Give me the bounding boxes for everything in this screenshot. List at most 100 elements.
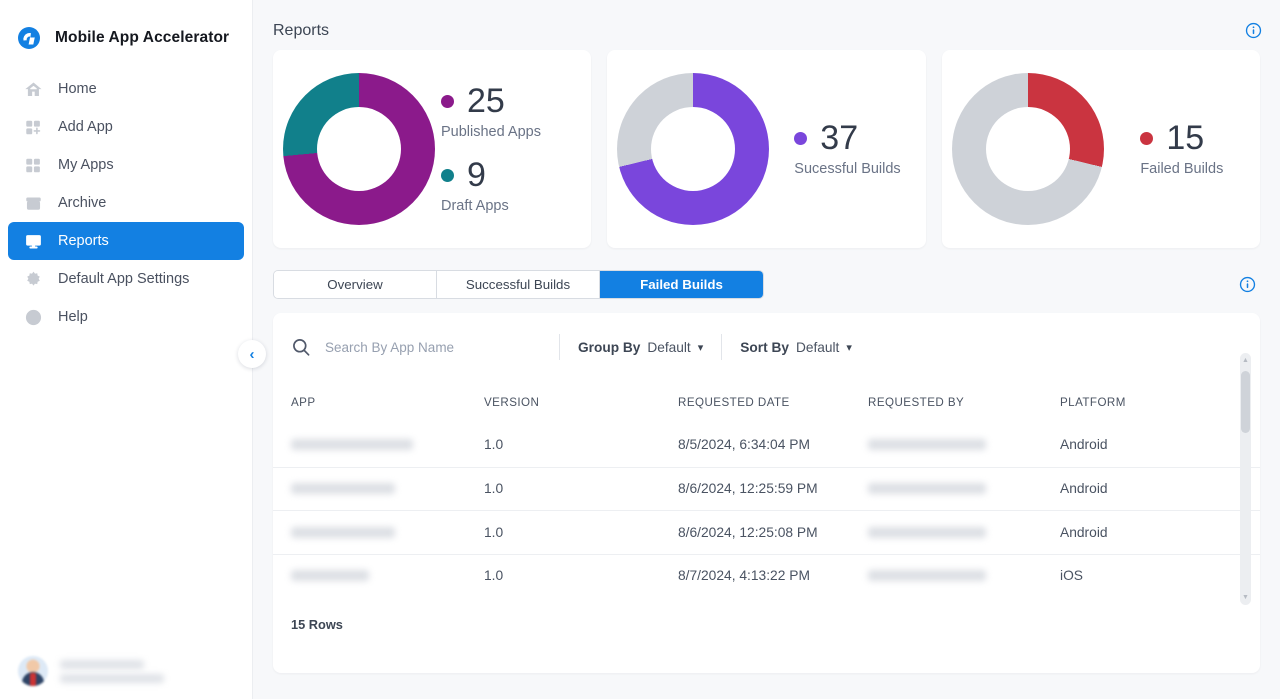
sidebar-item-label: Reports xyxy=(58,233,109,249)
sidebar-item-archive[interactable]: Archive xyxy=(8,184,244,222)
legend-label: Draft Apps xyxy=(441,198,509,214)
sidebar-item-my-apps[interactable]: My Apps xyxy=(8,146,244,184)
legend-label: Published Apps xyxy=(441,124,541,140)
tabs-row: Overview Successful Builds Failed Builds xyxy=(253,248,1280,299)
cell-app xyxy=(291,526,484,538)
failed-builds-legend: 15 Failed Builds xyxy=(1104,121,1260,177)
tab-label: Successful Builds xyxy=(465,277,571,292)
cell-requested-by xyxy=(868,483,1060,495)
table-vertical-scrollbar[interactable]: ▲ ▼ xyxy=(1240,353,1251,605)
search-icon xyxy=(291,337,311,357)
cell-requested-date: 8/7/2024, 4:13:22 PM xyxy=(678,568,810,584)
sidebar-item-label: Help xyxy=(58,309,88,325)
cell-app xyxy=(291,483,484,495)
sort-by-value: Default xyxy=(795,339,840,355)
tab-label: Failed Builds xyxy=(640,277,723,292)
legend-label: Failed Builds xyxy=(1140,161,1224,177)
sort-by-dropdown[interactable]: Sort By Default ▾ xyxy=(740,340,852,355)
brand-name: Mobile App Accelerator xyxy=(55,29,230,46)
sidebar-item-label: Default App Settings xyxy=(58,271,190,287)
legend-item-failed-builds: 15 Failed Builds xyxy=(1140,121,1223,177)
card-failed-builds: 15 Failed Builds xyxy=(941,50,1260,248)
report-monitor-icon xyxy=(24,232,42,250)
sidebar-item-label: Home xyxy=(58,81,97,97)
cell-requested-by xyxy=(868,439,1060,451)
sidebar-item-help[interactable]: Help xyxy=(8,298,244,336)
group-by-dropdown[interactable]: Group By Default ▾ xyxy=(578,340,703,355)
cell-platform: Android xyxy=(1060,481,1108,497)
column-header-app: APP xyxy=(291,395,316,409)
cell-requested-by xyxy=(868,570,1060,582)
cell-version: 1.0 xyxy=(484,524,504,540)
successful-builds-donut xyxy=(617,73,770,225)
grid-apps-icon xyxy=(24,156,42,174)
table-body: 1.0 8/5/2024, 6:34:04 PM Android 1.0 8/6… xyxy=(273,423,1260,597)
legend-value: 9 xyxy=(467,156,486,194)
page-title: Reports xyxy=(273,21,330,39)
cell-app xyxy=(291,439,484,451)
chevron-left-icon: ‹ xyxy=(249,345,255,363)
cell-platform: Android xyxy=(1060,524,1108,540)
card-apps: 25 Published Apps 9 Draft Apps xyxy=(273,50,592,248)
legend-dot-violet xyxy=(794,131,808,145)
sidebar-item-add-app[interactable]: Add App xyxy=(8,108,244,146)
toolbar-divider-1 xyxy=(559,334,560,360)
cell-requested-date: 8/5/2024, 6:34:04 PM xyxy=(678,437,810,453)
page-header: Reports xyxy=(253,0,1280,44)
sidebar-item-label: My Apps xyxy=(58,157,114,173)
cell-app xyxy=(291,570,484,582)
sidebar-nav: Home Add App My Apps Archive Reports Def… xyxy=(0,70,252,336)
cell-requested-by xyxy=(868,526,1060,538)
sidebar-collapse-button[interactable]: ‹ xyxy=(238,340,266,368)
accelerator-logo-icon xyxy=(14,23,44,53)
sidebar-item-home[interactable]: Home xyxy=(8,70,244,108)
cell-version: 1.0 xyxy=(484,481,504,497)
brand: Mobile App Accelerator xyxy=(0,0,252,58)
panel-info-circle-icon[interactable] xyxy=(1239,276,1256,293)
table-row[interactable]: 1.0 8/5/2024, 6:34:04 PM Android xyxy=(273,423,1260,467)
user-name-redacted xyxy=(60,659,144,669)
app-root: Mobile App Accelerator Home Add App My A… xyxy=(0,0,1280,699)
sidebar-item-label: Add App xyxy=(58,119,113,135)
chevron-down-icon: ▾ xyxy=(846,341,852,354)
sidebar-user[interactable] xyxy=(0,643,253,699)
legend-label: Sucessful Builds xyxy=(794,161,901,177)
report-tabs: Overview Successful Builds Failed Builds xyxy=(273,270,764,299)
legend-dot-red xyxy=(1140,131,1154,145)
group-by-value: Default xyxy=(647,339,691,355)
table-row[interactable]: 1.0 8/7/2024, 4:13:22 PM iOS xyxy=(273,553,1260,598)
group-by-label: Group By xyxy=(578,339,641,355)
sidebar-item-label: Archive xyxy=(58,195,107,211)
user-avatar xyxy=(18,656,48,686)
tab-successful-builds[interactable]: Successful Builds xyxy=(437,271,600,298)
legend-dot-teal xyxy=(441,168,454,182)
home-icon xyxy=(24,80,42,98)
table-header-row: APP VERSION REQUESTED DATE REQUESTED BY … xyxy=(273,381,1260,423)
scrollbar-thumb[interactable] xyxy=(1241,371,1250,433)
info-circle-icon[interactable] xyxy=(1245,22,1262,39)
legend-item-published-apps: 25 Published Apps xyxy=(441,84,591,140)
legend-item-draft-apps: 9 Draft Apps xyxy=(441,158,591,214)
table-toolbar: Group By Default ▾ Sort By Default ▾ xyxy=(273,313,1260,381)
scroll-down-arrow-icon[interactable]: ▼ xyxy=(1240,592,1251,603)
tab-failed-builds[interactable]: Failed Builds xyxy=(600,271,763,298)
legend-value: 15 xyxy=(1166,119,1205,157)
sidebar-item-default-app-settings[interactable]: Default App Settings xyxy=(8,260,244,298)
scroll-up-arrow-icon[interactable]: ▲ xyxy=(1240,355,1251,366)
table-row[interactable]: 1.0 8/6/2024, 12:25:59 PM Android xyxy=(273,466,1260,511)
search-input[interactable] xyxy=(325,339,541,355)
table-row[interactable]: 1.0 8/6/2024, 12:25:08 PM Android xyxy=(273,510,1260,554)
tab-overview[interactable]: Overview xyxy=(274,271,437,298)
column-header-requested-date: REQUESTED DATE xyxy=(678,395,790,409)
search-box[interactable] xyxy=(291,337,541,357)
legend-dot-purple xyxy=(441,94,454,108)
column-header-requested-by: REQUESTED BY xyxy=(868,395,965,409)
add-app-grid-icon xyxy=(24,118,42,136)
sort-by-label: Sort By xyxy=(740,339,789,355)
table-row-count: 15 Rows xyxy=(291,617,343,632)
gear-icon xyxy=(24,270,42,288)
sidebar-item-reports[interactable]: Reports xyxy=(8,222,244,260)
legend-value: 37 xyxy=(820,119,859,157)
tab-label: Overview xyxy=(327,277,383,292)
summary-cards: 25 Published Apps 9 Draft Apps 37 Sucess… xyxy=(253,44,1280,248)
